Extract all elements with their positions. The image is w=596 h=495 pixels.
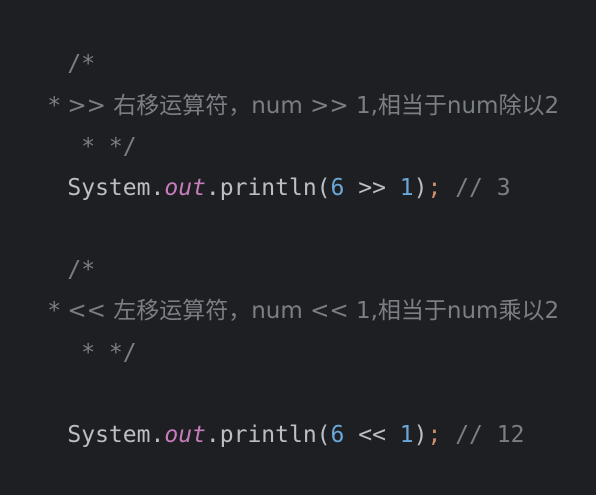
method-call: println( bbox=[219, 422, 331, 448]
operator: >> bbox=[344, 175, 400, 201]
dot: . bbox=[150, 175, 165, 201]
code-editor[interactable]: /* * >> 右移运算符，num >> 1,相当于num除以2 * */ Sy… bbox=[0, 0, 596, 448]
class-name: System bbox=[67, 422, 151, 448]
code-line-7: * */ bbox=[12, 293, 136, 366]
comment-text: * */ bbox=[67, 340, 137, 366]
class-name: System bbox=[67, 175, 151, 201]
dot: . bbox=[150, 422, 165, 448]
method-call: println( bbox=[219, 175, 331, 201]
dot: . bbox=[205, 175, 220, 201]
number-literal: 6 bbox=[330, 175, 345, 201]
semicolon: ; bbox=[427, 175, 442, 201]
inline-comment: // 3 bbox=[441, 175, 511, 201]
operator: << bbox=[344, 422, 400, 448]
code-line-4: System.out.println(6 >> 1); // 3 bbox=[12, 128, 510, 201]
code-line-3: * */ bbox=[12, 87, 136, 160]
inline-comment: // 12 bbox=[441, 422, 525, 448]
semicolon: ; bbox=[427, 422, 442, 448]
field-out: out bbox=[164, 422, 206, 448]
number-literal: 1 bbox=[399, 422, 414, 448]
number-literal: 6 bbox=[330, 422, 345, 448]
code-line-2: * >> 右移运算符，num >> 1,相当于num除以2 bbox=[12, 46, 560, 119]
code-line-6: * << 左移运算符，num << 1,相当于num乘以2 bbox=[12, 251, 560, 324]
code-line-8: System.out.println(6 << 1); // 12 bbox=[12, 375, 524, 448]
dot: . bbox=[205, 422, 220, 448]
code-line-1: /* bbox=[12, 4, 95, 77]
field-out: out bbox=[164, 175, 206, 201]
close-paren: ) bbox=[413, 175, 428, 201]
code-line-5: /* bbox=[12, 210, 95, 283]
number-literal: 1 bbox=[399, 175, 414, 201]
close-paren: ) bbox=[413, 422, 428, 448]
